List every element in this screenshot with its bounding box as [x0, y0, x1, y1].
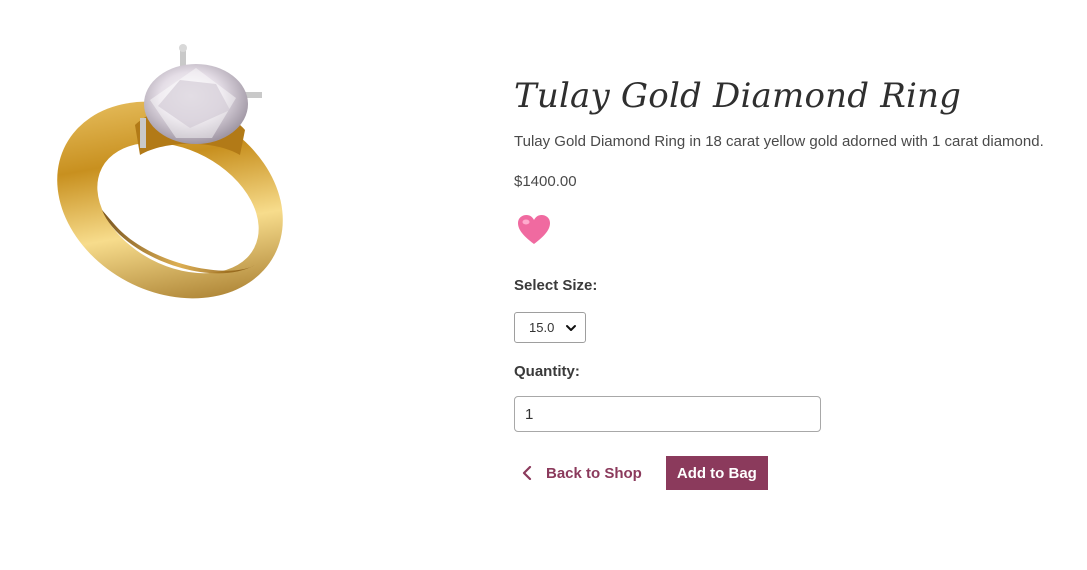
product-description: Tulay Gold Diamond Ring in 18 carat yell… — [514, 133, 1044, 150]
heart-icon — [518, 215, 550, 244]
chevron-left-icon — [522, 466, 532, 480]
product-image — [57, 44, 283, 299]
back-to-shop-link[interactable]: Back to Shop — [514, 456, 652, 490]
product-details: Tulay Gold Diamond Ring Tulay Gold Diamo… — [514, 72, 1074, 490]
back-to-shop-label: Back to Shop — [546, 464, 642, 482]
size-select-value: 15.0 — [529, 320, 555, 335]
product-price: $1400.00 — [514, 173, 577, 190]
chevron-down-icon — [566, 324, 576, 331]
size-label: Select Size: — [514, 277, 598, 294]
size-select[interactable]: 15.0 — [514, 312, 586, 343]
add-to-bag-button[interactable]: Add to Bag — [665, 456, 768, 490]
product-title: Tulay Gold Diamond Ring — [514, 76, 962, 116]
wishlist-button[interactable] — [514, 210, 554, 250]
product-page: Tulay Gold Diamond Ring Tulay Gold Diamo… — [0, 0, 1087, 570]
quantity-input[interactable] — [514, 396, 821, 432]
quantity-label: Quantity: — [514, 363, 580, 380]
product-actions: Back to Shop Add to Bag — [514, 456, 1074, 490]
